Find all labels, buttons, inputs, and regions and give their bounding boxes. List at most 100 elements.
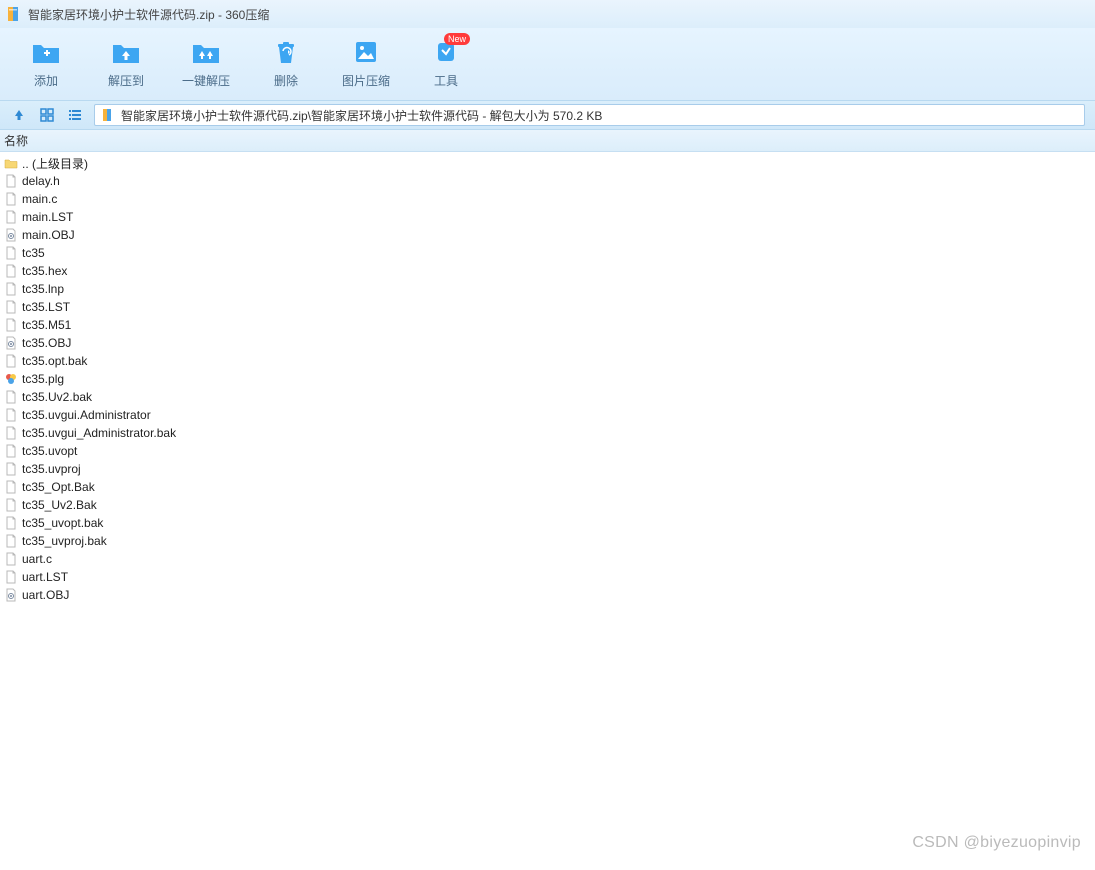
file-name: uart.c	[22, 552, 52, 566]
file-icon	[4, 462, 18, 476]
list-item[interactable]: tc35_uvproj.bak	[0, 532, 1095, 550]
list-item[interactable]: uart.LST	[0, 568, 1095, 586]
list-item[interactable]: tc35.OBJ	[0, 334, 1095, 352]
list-item[interactable]: tc35.LST	[0, 298, 1095, 316]
list-item[interactable]: tc35.hex	[0, 262, 1095, 280]
delete-icon	[271, 38, 301, 66]
oneclick-icon	[191, 38, 221, 66]
file-icon	[4, 480, 18, 494]
tool-label: 添加	[34, 72, 58, 89]
file-icon	[4, 390, 18, 404]
list-item[interactable]: delay.h	[0, 172, 1095, 190]
list-item[interactable]: tc35.M51	[0, 316, 1095, 334]
list-item[interactable]: tc35.plg	[0, 370, 1095, 388]
add-button[interactable]: 添加	[6, 29, 86, 97]
file-name: tc35_Uv2.Bak	[22, 498, 97, 512]
pathbar: 智能家居环境小护士软件源代码.zip\智能家居环境小护士软件源代码 - 解包大小…	[0, 100, 1095, 130]
file-name: delay.h	[22, 174, 60, 188]
file-name: tc35.opt.bak	[22, 354, 87, 368]
column-header[interactable]: 名称	[0, 130, 1095, 152]
tool-label: 解压到	[108, 72, 144, 89]
image-icon	[351, 38, 381, 66]
view-list-button[interactable]	[66, 106, 84, 124]
window-title: 智能家居环境小护士软件源代码.zip - 360压缩	[28, 6, 269, 23]
delete-button[interactable]: 删除	[246, 29, 326, 97]
plg-icon	[4, 372, 18, 386]
file-icon	[4, 570, 18, 584]
list-item[interactable]: main.c	[0, 190, 1095, 208]
file-name: tc35.uvgui.Administrator	[22, 408, 151, 422]
tool-label: 删除	[274, 72, 298, 89]
list-item[interactable]: tc35_Uv2.Bak	[0, 496, 1095, 514]
file-name: tc35	[22, 246, 45, 260]
list-item[interactable]: main.LST	[0, 208, 1095, 226]
file-icon	[4, 444, 18, 458]
extract-button[interactable]: 解压到	[86, 29, 166, 97]
file-icon	[4, 300, 18, 314]
file-icon	[4, 246, 18, 260]
file-icon	[4, 552, 18, 566]
path-text: 智能家居环境小护士软件源代码.zip\智能家居环境小护士软件源代码 - 解包大小…	[121, 107, 602, 124]
file-name: tc35_uvproj.bak	[22, 534, 107, 548]
list-item[interactable]: uart.OBJ	[0, 586, 1095, 604]
list-item[interactable]: tc35.uvproj	[0, 460, 1095, 478]
new-badge: New	[444, 33, 470, 45]
file-list: .. (上级目录) delay.h main.c main.LST main.OBJ tc…	[0, 152, 1095, 606]
file-name: tc35.hex	[22, 264, 67, 278]
app-icon	[6, 6, 22, 22]
file-icon	[4, 498, 18, 512]
file-icon	[4, 354, 18, 368]
file-icon	[4, 192, 18, 206]
file-name: tc35_uvopt.bak	[22, 516, 103, 530]
list-item[interactable]: tc35.Uv2.bak	[0, 388, 1095, 406]
file-name: main.c	[22, 192, 57, 206]
tool-label: 工具	[434, 72, 458, 89]
file-name: uart.OBJ	[22, 588, 69, 602]
file-icon	[4, 516, 18, 530]
file-name: tc35.M51	[22, 318, 71, 332]
file-name: .. (上级目录)	[22, 155, 88, 172]
zip-icon	[101, 108, 115, 122]
file-name: main.LST	[22, 210, 73, 224]
file-icon	[4, 174, 18, 188]
add-icon	[31, 38, 61, 66]
file-name: tc35.plg	[22, 372, 64, 386]
tools-button[interactable]: New 工具	[406, 29, 486, 97]
titlebar: 智能家居环境小护士软件源代码.zip - 360压缩	[0, 0, 1095, 28]
file-icon	[4, 534, 18, 548]
file-icon	[4, 282, 18, 296]
view-icons-button[interactable]	[38, 106, 56, 124]
list-item[interactable]: tc35.uvopt	[0, 442, 1095, 460]
folder-up-icon	[4, 156, 18, 170]
file-name: tc35.lnp	[22, 282, 64, 296]
list-item[interactable]: tc35.opt.bak	[0, 352, 1095, 370]
file-name: uart.LST	[22, 570, 68, 584]
list-item[interactable]: tc35.lnp	[0, 280, 1095, 298]
list-item[interactable]: tc35.uvgui.Administrator	[0, 406, 1095, 424]
file-name: tc35.uvgui_Administrator.bak	[22, 426, 176, 440]
file-name: tc35.uvproj	[22, 462, 81, 476]
column-name: 名称	[4, 132, 28, 149]
path-input[interactable]: 智能家居环境小护士软件源代码.zip\智能家居环境小护士软件源代码 - 解包大小…	[94, 104, 1085, 126]
list-item[interactable]: tc35_Opt.Bak	[0, 478, 1095, 496]
file-name: tc35.OBJ	[22, 336, 71, 350]
file-icon	[4, 264, 18, 278]
file-name: main.OBJ	[22, 228, 75, 242]
obj-icon	[4, 588, 18, 602]
file-icon	[4, 426, 18, 440]
list-item[interactable]: tc35.uvgui_Administrator.bak	[0, 424, 1095, 442]
list-item[interactable]: .. (上级目录)	[0, 154, 1095, 172]
extract-icon	[111, 38, 141, 66]
file-icon	[4, 408, 18, 422]
tool-label: 一键解压	[182, 72, 230, 89]
list-item[interactable]: tc35_uvopt.bak	[0, 514, 1095, 532]
list-item[interactable]: main.OBJ	[0, 226, 1095, 244]
file-name: tc35.Uv2.bak	[22, 390, 92, 404]
obj-icon	[4, 336, 18, 350]
up-button[interactable]	[10, 106, 28, 124]
image-compress-button[interactable]: 图片压缩	[326, 29, 406, 97]
list-item[interactable]: tc35	[0, 244, 1095, 262]
oneclick-extract-button[interactable]: 一键解压	[166, 29, 246, 97]
file-name: tc35.uvopt	[22, 444, 77, 458]
list-item[interactable]: uart.c	[0, 550, 1095, 568]
